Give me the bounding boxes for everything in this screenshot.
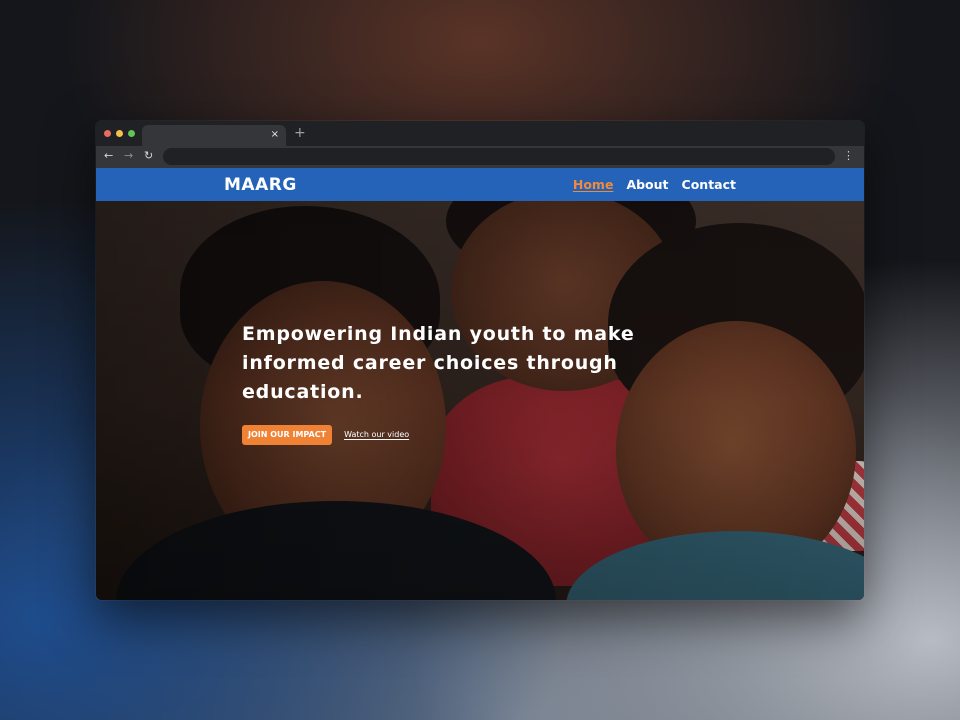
reload-icon[interactable]: ↻ (144, 148, 153, 164)
forward-arrow-icon[interactable]: → (124, 148, 133, 164)
browser-window: × + ← → ↻ ⋮ MAARG Home About Contact Emp… (96, 121, 864, 600)
hero-content: Empowering Indian youth to make informed… (242, 320, 662, 445)
tab-strip: × + (96, 121, 864, 146)
hero-headline: Empowering Indian youth to make informed… (242, 323, 635, 403)
minimize-window-button[interactable] (116, 130, 123, 137)
watch-video-link[interactable]: Watch our video (344, 430, 409, 440)
join-our-impact-button[interactable]: JOIN OUR IMPACT (242, 425, 333, 445)
nav-link-home[interactable]: Home (573, 177, 614, 192)
close-icon[interactable]: × (271, 128, 279, 142)
browser-toolbar: ← → ↻ ⋮ (96, 146, 864, 168)
maximize-window-button[interactable] (128, 130, 135, 137)
close-window-button[interactable] (104, 130, 111, 137)
browser-tab[interactable]: × (142, 125, 286, 146)
site-logo[interactable]: MAARG (224, 175, 297, 195)
address-bar[interactable] (163, 148, 835, 165)
site-header: MAARG Home About Contact (96, 168, 864, 201)
new-tab-icon[interactable]: + (294, 125, 306, 141)
hero-actions: JOIN OUR IMPACT Watch our video (242, 425, 662, 445)
more-menu-icon[interactable]: ⋮ (843, 148, 854, 164)
hero-section: Empowering Indian youth to make informed… (96, 201, 864, 600)
back-arrow-icon[interactable]: ← (104, 148, 113, 164)
nav-link-contact[interactable]: Contact (682, 177, 736, 192)
main-nav: Home About Contact (573, 177, 736, 192)
page-viewport: MAARG Home About Contact Empowering Indi… (96, 168, 864, 600)
nav-link-about[interactable]: About (626, 177, 668, 192)
